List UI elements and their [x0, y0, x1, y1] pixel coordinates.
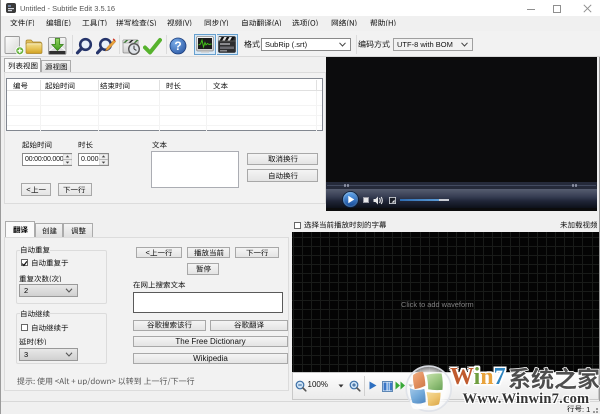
svg-text:?: ? [174, 39, 181, 53]
